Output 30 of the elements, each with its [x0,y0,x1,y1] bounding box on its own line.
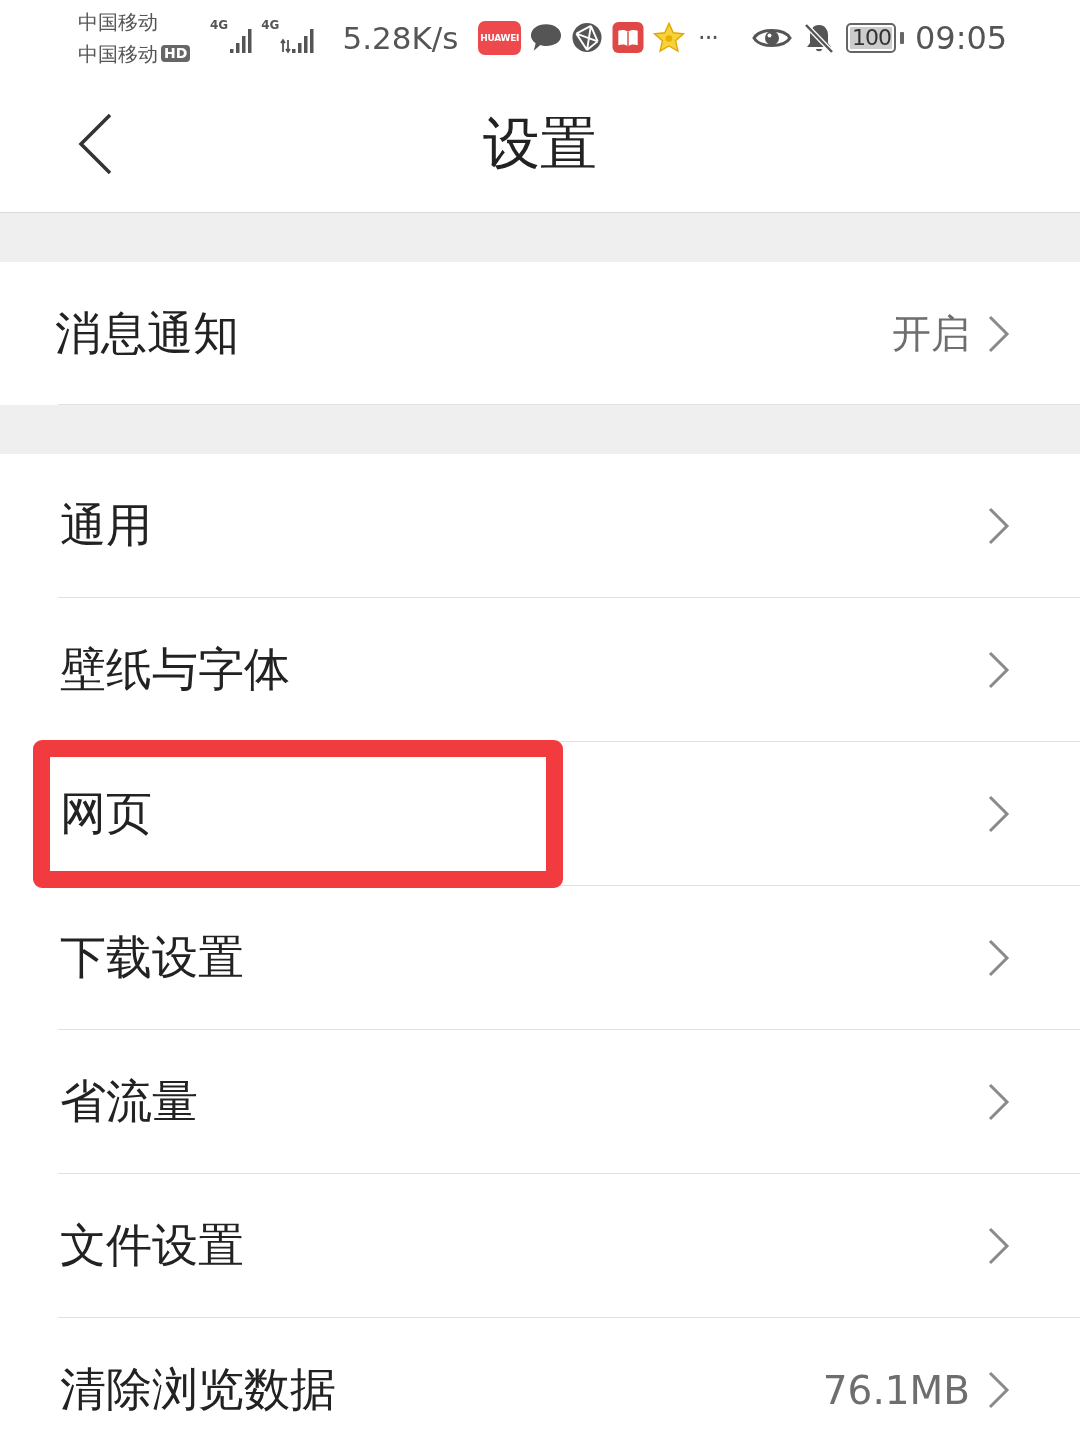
carrier-name: 中国移动 [78,43,158,64]
chevron-right-icon [988,314,1010,353]
book-icon [612,22,645,53]
chevron-right-icon [988,939,1010,977]
chat-bubble-icon [530,22,563,53]
setting-value: 76.1MB [822,1367,970,1413]
network-type-label: 4G [210,19,229,31]
chevron-right-icon [988,651,1010,689]
signal-icon [229,28,254,56]
chevron-right-icon [988,795,1010,833]
more-notifications: ··· [698,23,718,52]
setting-value: 开启 [892,309,970,358]
app-icon: HUAWEI [478,20,522,55]
page-title: 设置 [483,109,597,178]
back-icon [78,112,112,175]
chevron-right-icon [988,1227,1010,1265]
network-speed: 5.28K/s [342,19,459,56]
bell-off-icon [803,21,835,54]
battery-indicator: 100 [846,22,904,53]
star-icon [653,22,686,53]
clock-time: 09:05 [915,18,1008,57]
hd-badge: HD [161,44,191,63]
globe-icon [571,22,604,53]
chevron-right-icon [988,1371,1010,1409]
chevron-right-icon [988,507,1010,545]
carrier-name: 中国移动 [78,11,158,32]
signal-icon [280,28,315,56]
network-type-label: 4G [261,19,280,31]
back-button[interactable] [78,112,112,175]
chevron-right-icon [988,1083,1010,1121]
